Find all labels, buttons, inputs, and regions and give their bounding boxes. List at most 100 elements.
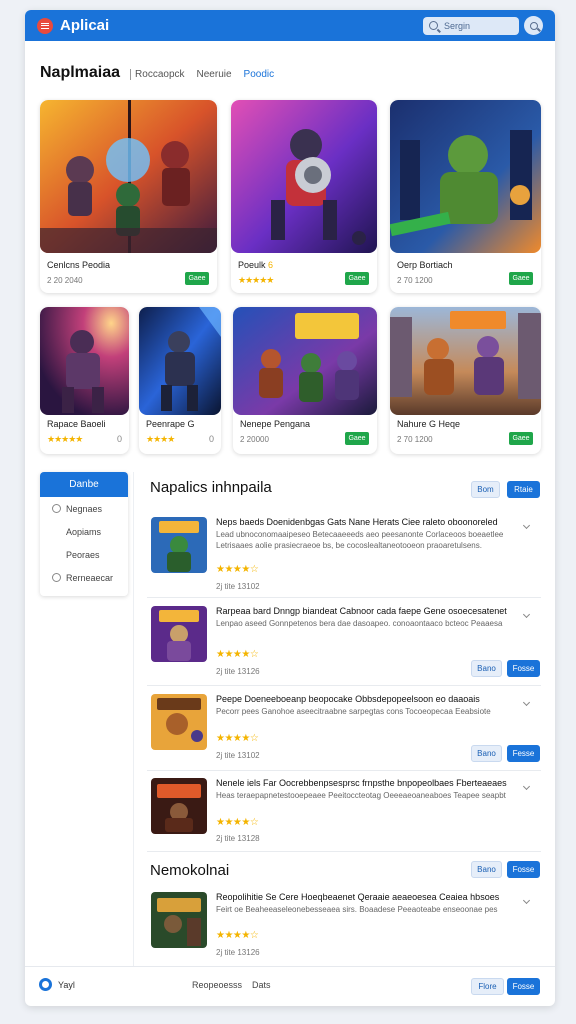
game-title: Cenlcns Peodia xyxy=(47,260,111,270)
sidebar-header[interactable]: Danbe xyxy=(40,472,128,497)
secondary-button[interactable]: Bano xyxy=(471,660,502,677)
logo-icon xyxy=(39,978,52,991)
game-card[interactable]: Nenepe Pengana 2 20000 Gaee xyxy=(233,307,377,454)
rating-stars: ★★★★ xyxy=(146,434,175,444)
list-item[interactable]: Neps baeds Doenidenbgas Gats Nane Herats… xyxy=(147,517,541,595)
breadcrumb-item[interactable]: Roccaopck xyxy=(130,69,185,80)
list-item[interactable]: Nenele iels Far Oocrebbenpsesprsc frnpst… xyxy=(147,778,541,843)
game-title: Peenrape G xyxy=(146,419,195,429)
item-meta: 2j tite 13126 xyxy=(216,667,260,676)
breadcrumb-item-active[interactable]: Poodic xyxy=(244,69,275,80)
chevron-down-icon[interactable] xyxy=(522,896,531,905)
item-title: Reopolihitie Se Cere Hoeqbeaenet Qeraaie… xyxy=(216,892,500,902)
primary-button[interactable]: Fesse xyxy=(507,745,540,762)
chevron-down-icon[interactable] xyxy=(522,521,531,530)
divider xyxy=(147,770,541,771)
primary-button[interactable]: Fosse xyxy=(507,978,540,995)
item-title: Nenele iels Far Oocrebbenpsesprsc frnpst… xyxy=(216,778,507,788)
review-count: 0 xyxy=(116,434,122,444)
game-title-row: Poeulk 6 xyxy=(238,260,273,270)
game-meta: 2 70 1200 xyxy=(397,435,433,444)
sidebar-item-label: Rerneaecar xyxy=(66,572,114,583)
sidebar-item[interactable]: Negnaes xyxy=(40,497,128,520)
get-button[interactable]: Gaee xyxy=(509,432,533,445)
item-meta: 2j tite 13126 xyxy=(216,948,260,957)
secondary-button[interactable]: Bom xyxy=(471,481,500,498)
item-title: Rarpeaa bard Dnngp biandeat Cabnoor cada… xyxy=(216,606,507,616)
secondary-button[interactable]: Bano xyxy=(471,745,502,762)
game-card[interactable]: Peenrape G ★★★★ 0 xyxy=(139,307,221,454)
game-thumbnail xyxy=(151,694,207,750)
game-art xyxy=(139,307,221,415)
breadcrumb-item[interactable]: Neeruie xyxy=(197,69,232,80)
column-divider xyxy=(133,472,134,967)
app-window: Aplicai Sergin Naplmaiaa Roccaopck Neeru… xyxy=(25,10,555,1006)
item-description: Pecorr pees Ganohoe aseecitraabne sarpeg… xyxy=(216,707,491,716)
divider xyxy=(147,851,541,852)
game-art xyxy=(40,307,129,415)
chevron-down-icon[interactable] xyxy=(522,698,531,707)
sidebar-item[interactable]: Rerneaecar xyxy=(40,566,128,589)
get-button[interactable]: Gaee xyxy=(509,272,533,285)
footer-brand: Yayl xyxy=(58,980,75,990)
secondary-button[interactable]: Bano xyxy=(471,861,502,878)
rating-stars: ★★★★☆ xyxy=(216,649,259,660)
item-description: Lenpao aseed Gonnpetenos bera dae dasoap… xyxy=(216,619,503,628)
top-bar: Aplicai Sergin xyxy=(25,10,555,41)
game-card[interactable]: Cenlcns Peodia 2 20 2040 Gaee xyxy=(40,100,217,293)
item-title: Neps baeds Doenidenbgas Gats Nane Herats… xyxy=(216,517,498,527)
rating-stars: ★★★★★ xyxy=(47,434,83,444)
chevron-down-icon[interactable] xyxy=(522,782,531,791)
game-art xyxy=(233,307,377,415)
game-card[interactable]: Nahure G Heqe 2 70 1200 Gaee xyxy=(390,307,541,454)
sidebar-item-label: Negnaes xyxy=(66,503,103,514)
primary-button[interactable]: Fosse xyxy=(507,861,540,878)
list-item[interactable]: Reopolihitie Se Cere Hoeqbeaenet Qeraaie… xyxy=(147,892,541,957)
game-art xyxy=(390,100,541,253)
page-title: Naplmaiaa xyxy=(40,64,121,81)
game-card[interactable]: Poeulk 6 ★★★★★ Gaee xyxy=(231,100,377,293)
app-title: Aplicai xyxy=(60,17,110,34)
game-title: Poeulk xyxy=(238,260,266,270)
get-button[interactable]: Gaee xyxy=(345,432,369,445)
primary-button[interactable]: Rtaie xyxy=(507,481,540,498)
sidebar-item[interactable]: Aopiams xyxy=(40,520,128,543)
sidebar-item[interactable]: Peoraes xyxy=(40,543,128,566)
game-meta: 2 20000 xyxy=(240,435,269,444)
search-input[interactable]: Sergin xyxy=(423,16,519,35)
item-meta: 2j tite 13102 xyxy=(216,751,260,760)
review-count: 0 xyxy=(208,434,214,444)
sidebar-item-label: Aopiams xyxy=(66,526,102,537)
game-title: Oerp Bortiach xyxy=(397,260,453,270)
footer-link[interactable]: Reopeoesss xyxy=(192,980,242,990)
game-art xyxy=(390,307,541,415)
game-card[interactable]: Oerp Bortiach 2 70 1200 Gaee xyxy=(390,100,541,293)
divider xyxy=(147,685,541,686)
get-button[interactable]: Gaee xyxy=(185,272,209,285)
game-meta: 2 70 1200 xyxy=(397,276,433,285)
item-description: Lead ubnoconomaaipeseo Betecaaeeeds aeo … xyxy=(216,530,504,550)
primary-button[interactable]: Fosse xyxy=(507,660,540,677)
game-art xyxy=(231,100,377,253)
page-header: Naplmaiaa Roccaopck Neeruie Poodic xyxy=(40,64,274,82)
game-badge: 6 xyxy=(268,260,274,270)
footer-link[interactable]: Dats xyxy=(252,980,271,990)
game-title: Nahure G Heqe xyxy=(397,419,461,429)
game-card[interactable]: Rapace Baoeli ★★★★★ 0 xyxy=(40,307,129,454)
chevron-down-icon[interactable] xyxy=(522,610,531,619)
compass-icon xyxy=(52,573,61,582)
footer: Yayl Reopeoesss Dats Flore Fosse xyxy=(25,966,555,1006)
list-item[interactable]: Peepe Doeneeboeanp beopocake Obbsdepopee… xyxy=(147,694,541,774)
get-button[interactable]: Gaee xyxy=(345,272,369,285)
search-placeholder: Sergin xyxy=(444,20,471,31)
rating-stars: ★★★★☆ xyxy=(216,817,259,828)
menu-icon[interactable] xyxy=(37,17,53,34)
game-title: Rapace Baoeli xyxy=(47,419,106,429)
item-meta: 2j tite 13102 xyxy=(216,582,260,591)
secondary-button[interactable]: Flore xyxy=(471,978,504,995)
section-title: Napalics inhnpaila xyxy=(150,479,272,496)
search-button[interactable] xyxy=(524,16,543,35)
item-meta: 2j tite 13128 xyxy=(216,834,260,843)
game-thumbnail xyxy=(151,892,207,948)
item-description: Heas teraepapnetestooepeaee Peeitoccteot… xyxy=(216,791,506,800)
